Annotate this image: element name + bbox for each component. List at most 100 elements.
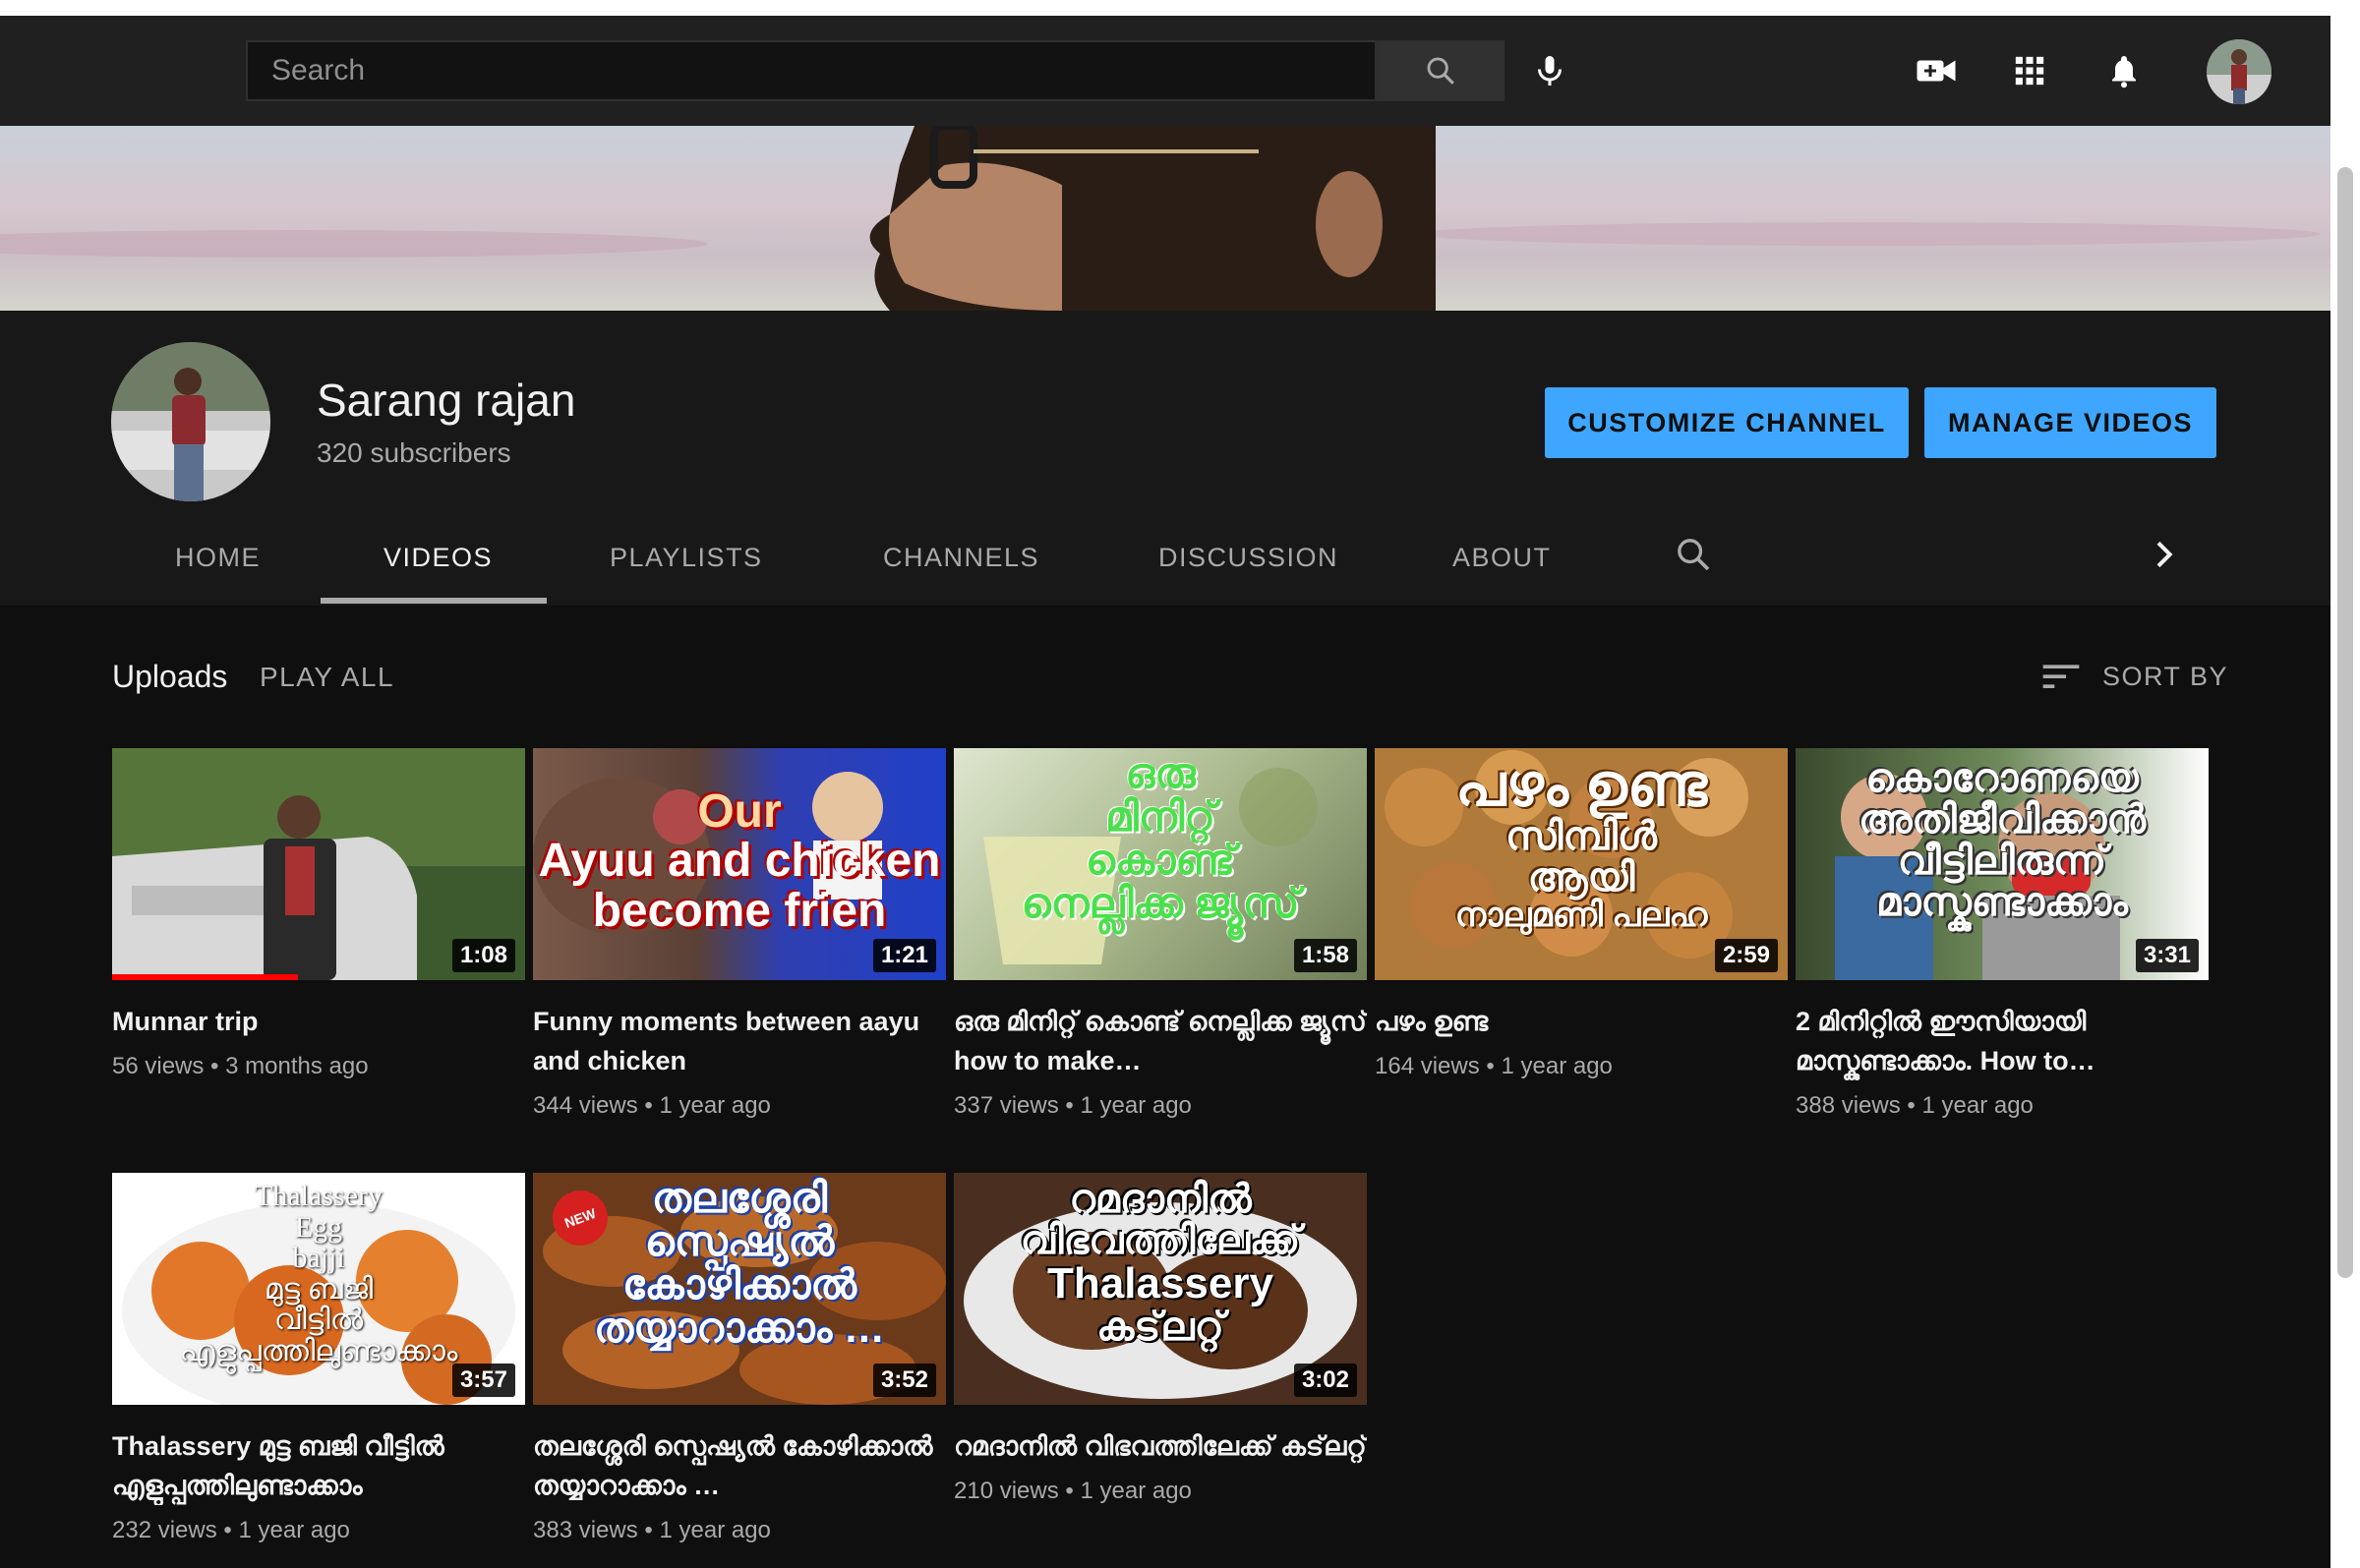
tabs-next-button[interactable] xyxy=(2144,535,2187,578)
user-photo-icon xyxy=(2207,39,2272,104)
channel-banner xyxy=(0,126,2330,311)
microphone-icon xyxy=(1538,56,1562,86)
manage-videos-button[interactable]: MANAGE VIDEOS xyxy=(1924,387,2216,458)
search-icon xyxy=(1427,57,1454,85)
video-meta: 164 views • 1 year ago xyxy=(1375,1053,1613,1079)
thumbnail-caption: കൊറോണയെ അതിജീവിക്കാൻ വീട്ടിലിരുന്ന് മാസ്… xyxy=(1858,757,2146,924)
video-duration: 2:59 xyxy=(1714,939,1778,972)
active-tab-indicator xyxy=(321,598,547,604)
upload-age: 1 year ago xyxy=(238,1517,350,1543)
video-duration: 3:02 xyxy=(1293,1364,1357,1397)
upload-age: 1 year ago xyxy=(1080,1478,1192,1504)
video-meta: 383 views • 1 year ago xyxy=(533,1517,771,1543)
video-card[interactable]: പഴം ഉണ്ട സിമ്പിൾ ആയി നാലുമണി പലഹ 2:59 പഴ… xyxy=(1375,748,1788,1080)
video-thumbnail[interactable]: ഒരു മിനിറ്റ് കൊണ്ട് നെല്ലിക്ക ജ്യൂസ് 1:5… xyxy=(954,748,1367,980)
video-camera-add-icon xyxy=(1917,60,1956,82)
video-title[interactable]: പഴം ഉണ്ട xyxy=(1375,1002,1788,1041)
window-top-strip xyxy=(0,0,2360,16)
view-count: 164 views xyxy=(1375,1053,1480,1079)
bell-icon xyxy=(2112,56,2136,88)
voice-search-button[interactable] xyxy=(1524,45,1575,96)
view-count: 56 views xyxy=(112,1053,205,1079)
upload-age: 1 year ago xyxy=(1080,1092,1192,1119)
tab-playlists[interactable]: PLAYLISTS xyxy=(610,543,763,573)
view-count: 210 views xyxy=(954,1478,1059,1504)
search-button[interactable] xyxy=(1377,40,1504,101)
video-duration: 1:21 xyxy=(872,939,936,972)
video-title[interactable]: റമദാനിൽ വിഭവത്തിലേക്ക് കട്‌ലറ്റ് xyxy=(954,1426,1367,1466)
thumbnail-caption: പഴം ഉണ്ട സിമ്പിൾ ആയി നാലുമണി പലഹ xyxy=(1454,752,1708,934)
video-card[interactable]: Our Ayuu and chicken become frien 1:21 F… xyxy=(533,748,946,1120)
search-icon xyxy=(1678,539,1710,571)
view-count: 337 views xyxy=(954,1092,1059,1119)
video-card[interactable]: NEW തലശ്ശേരി സ്പെഷ്യൽ കോഴിക്കാൽ തയ്യാറാക… xyxy=(533,1173,946,1544)
video-thumbnail[interactable]: NEW തലശ്ശേരി സ്പെഷ്യൽ കോഴിക്കാൽ തയ്യാറാക… xyxy=(533,1173,946,1405)
chevron-right-icon xyxy=(2156,541,2173,568)
video-title[interactable]: ഒരു മിനിറ്റ് കൊണ്ട് നെല്ലിക്ക ജ്യൂസ് how… xyxy=(954,1002,1367,1080)
video-meta: 344 views • 1 year ago xyxy=(533,1092,771,1119)
search-box[interactable] xyxy=(246,40,1377,101)
account-avatar[interactable] xyxy=(2207,39,2272,104)
channel-photo-icon xyxy=(111,342,270,501)
video-card[interactable]: Thalassery Egg bajji മുട്ട ബജി വീട്ടിൽ എ… xyxy=(112,1173,525,1544)
video-thumbnail[interactable]: റമദാനിൽ വിഭവത്തിലേക്ക് Thalassery കട്‌ലറ… xyxy=(954,1173,1367,1405)
watch-progress-bar xyxy=(112,974,298,980)
video-title[interactable]: 2 മിനിറ്റിൽ ഈസിയായി മാസ്കുണ്ടാക്കാം. How… xyxy=(1796,1002,2209,1080)
banner-photo xyxy=(0,126,2330,311)
sort-by-button[interactable]: SORT BY xyxy=(2102,662,2228,692)
video-title[interactable]: Funny moments between aayu and chicken xyxy=(533,1002,946,1080)
thumbnail-caption: Thalassery Egg bajji മുട്ട ബജി വീട്ടിൽ എ… xyxy=(179,1180,458,1367)
tab-home[interactable]: HOME xyxy=(175,543,261,573)
video-title[interactable]: തലശ്ശേരി സ്പെഷ്യൽ കോഴിക്കാൽ തയ്യാറാക്കാം… xyxy=(533,1426,946,1505)
video-duration: 3:52 xyxy=(872,1364,936,1397)
video-thumbnail[interactable]: Our Ayuu and chicken become frien 1:21 xyxy=(533,748,946,980)
video-meta: 210 views • 1 year ago xyxy=(954,1478,1192,1504)
video-meta: 388 views • 1 year ago xyxy=(1796,1092,2034,1119)
view-count: 388 views xyxy=(1796,1092,1901,1119)
thumbnail-caption: റമദാനിൽ വിഭവത്തിലേക്ക് Thalassery കട്‌ലറ… xyxy=(1020,1178,1301,1350)
apps-button[interactable] xyxy=(2004,45,2055,96)
tab-videos[interactable]: VIDEOS xyxy=(384,543,493,573)
video-thumbnail[interactable]: 1:08 xyxy=(112,748,525,980)
thumbnail-caption: ഒരു മിനിറ്റ് കൊണ്ട് നെല്ലിക്ക ജ്യൂസ് xyxy=(1021,750,1300,927)
sort-icon[interactable] xyxy=(2041,659,2081,699)
tab-discussion[interactable]: DISCUSSION xyxy=(1158,543,1338,573)
upload-age: 1 year ago xyxy=(1501,1053,1613,1079)
video-meta: 337 views • 1 year ago xyxy=(954,1092,1192,1119)
customize-channel-button[interactable]: CUSTOMIZE CHANNEL xyxy=(1545,387,1909,458)
channel-name: Sarang rajan xyxy=(317,375,576,426)
tab-about[interactable]: ABOUT xyxy=(1452,543,1552,573)
upload-age: 3 months ago xyxy=(225,1053,369,1079)
channel-avatar[interactable] xyxy=(111,342,270,501)
video-card[interactable]: 1:08 Munnar trip 56 views • 3 months ago xyxy=(112,748,525,1080)
video-card[interactable]: കൊറോണയെ അതിജീവിക്കാൻ വീട്ടിലിരുന്ന് മാസ്… xyxy=(1796,748,2209,1120)
video-duration: 3:57 xyxy=(451,1364,515,1397)
video-thumbnail[interactable]: പഴം ഉണ്ട സിമ്പിൾ ആയി നാലുമണി പലഹ 2:59 xyxy=(1375,748,1788,980)
channel-search-button[interactable] xyxy=(1674,535,1717,578)
video-duration: 1:58 xyxy=(1293,939,1357,972)
video-meta: 232 views • 1 year ago xyxy=(112,1517,350,1543)
video-thumbnail[interactable]: Thalassery Egg bajji മുട്ട ബജി വീട്ടിൽ എ… xyxy=(112,1173,525,1405)
subscriber-count: 320 subscribers xyxy=(317,437,511,468)
video-meta: 56 views • 3 months ago xyxy=(112,1053,369,1079)
video-title[interactable]: Thalassery മുട്ട ബജി വീട്ടിൽ എളുപ്പത്തില… xyxy=(112,1426,525,1505)
tab-channels[interactable]: CHANNELS xyxy=(883,543,1039,573)
video-duration: 1:08 xyxy=(451,939,515,972)
view-count: 232 views xyxy=(112,1517,217,1543)
search-input[interactable] xyxy=(248,42,1375,99)
upload-age: 1 year ago xyxy=(659,1092,771,1119)
play-all-button[interactable]: PLAY ALL xyxy=(260,662,394,693)
create-video-button[interactable] xyxy=(1911,45,1962,96)
video-duration: 3:31 xyxy=(2135,939,2199,972)
scrollbar-thumb[interactable] xyxy=(2337,167,2353,1278)
sort-lines-icon xyxy=(2042,665,2080,688)
uploads-heading: Uploads xyxy=(112,659,228,694)
thumbnail-caption: Our Ayuu and chicken become frien xyxy=(538,785,941,937)
video-card[interactable]: ഒരു മിനിറ്റ് കൊണ്ട് നെല്ലിക്ക ജ്യൂസ് 1:5… xyxy=(954,748,1367,1120)
video-thumbnail[interactable]: കൊറോണയെ അതിജീവിക്കാൻ വീട്ടിലിരുന്ന് മാസ്… xyxy=(1796,748,2209,980)
video-card[interactable]: റമദാനിൽ വിഭവത്തിലേക്ക് Thalassery കട്‌ലറ… xyxy=(954,1173,1367,1505)
notifications-button[interactable] xyxy=(2098,45,2150,96)
upload-age: 1 year ago xyxy=(659,1517,771,1543)
apps-grid-icon xyxy=(2015,56,2044,86)
video-title[interactable]: Munnar trip xyxy=(112,1002,525,1041)
